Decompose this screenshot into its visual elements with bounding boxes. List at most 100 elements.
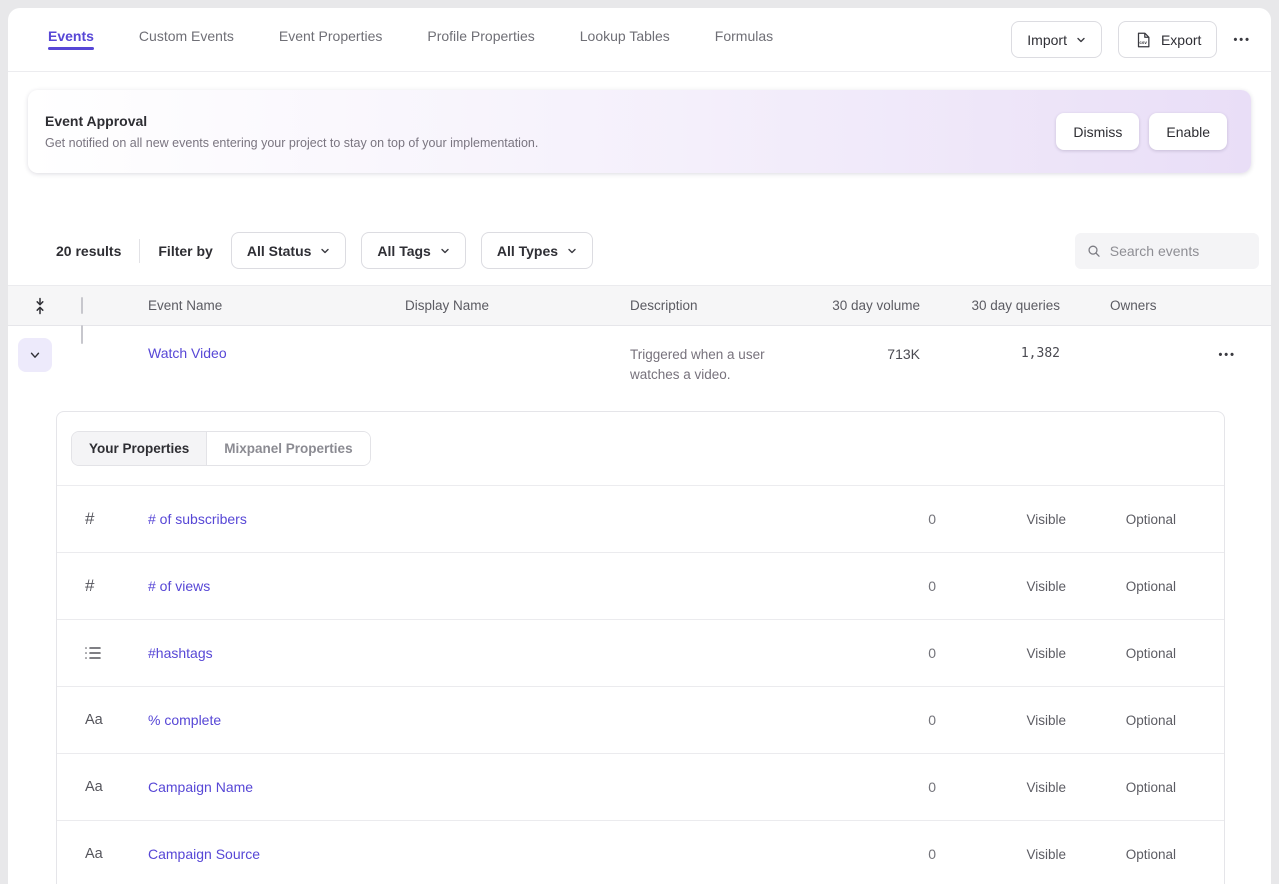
divider <box>139 239 140 263</box>
property-type-icon <box>85 646 148 660</box>
event-description: Triggered when a user watches a video. <box>630 326 810 385</box>
property-requirement[interactable]: Optional <box>1066 646 1176 661</box>
property-query-count: 0 <box>836 578 936 594</box>
banner-actions: Dismiss Enable <box>1056 113 1227 150</box>
column-queries[interactable]: 30 day queries <box>920 298 1060 313</box>
row-checkbox[interactable] <box>81 325 83 344</box>
search-box <box>1075 233 1259 269</box>
property-name-link[interactable]: Campaign Name <box>148 779 836 795</box>
tab-formulas[interactable]: Formulas <box>715 8 773 72</box>
property-rows: # of subscribers 0 Visible Optional # of… <box>57 486 1224 884</box>
property-query-count: 0 <box>836 846 936 862</box>
tags-filter-dropdown[interactable]: All Tags <box>361 232 465 269</box>
search-icon <box>1087 243 1101 259</box>
properties-segmented-control: Your Properties Mixpanel Properties <box>71 431 371 466</box>
select-all-checkbox[interactable] <box>81 297 83 314</box>
chevron-down-icon <box>28 348 42 362</box>
status-filter-dropdown[interactable]: All Status <box>231 232 347 269</box>
tab-mixpanel-properties[interactable]: Mixpanel Properties <box>206 432 369 465</box>
import-button-label: Import <box>1027 32 1067 48</box>
banner-text: Event Approval Get notified on all new e… <box>45 113 1056 150</box>
more-options-icon[interactable]: ••• <box>1233 34 1251 46</box>
property-query-count: 0 <box>836 645 936 661</box>
filter-bar: 20 results Filter by All Status All Tags… <box>56 232 1259 269</box>
types-filter-dropdown[interactable]: All Types <box>481 232 593 269</box>
tab-lookup-tables[interactable]: Lookup Tables <box>580 8 670 72</box>
event-approval-banner: Event Approval Get notified on all new e… <box>28 90 1251 173</box>
property-visibility[interactable]: Visible <box>936 713 1066 728</box>
property-row: Campaign Source 0 Visible Optional <box>57 821 1224 884</box>
property-row: #hashtags 0 Visible Optional <box>57 620 1224 687</box>
property-query-count: 0 <box>836 779 936 795</box>
property-visibility[interactable]: Visible <box>936 646 1066 661</box>
tab-events[interactable]: Events <box>48 8 94 72</box>
properties-tab-bar: Your Properties Mixpanel Properties <box>57 412 1224 486</box>
property-requirement[interactable]: Optional <box>1066 847 1176 862</box>
enable-button[interactable]: Enable <box>1149 113 1227 150</box>
property-requirement[interactable]: Optional <box>1066 780 1176 795</box>
property-row: Campaign Name 0 Visible Optional <box>57 754 1224 821</box>
export-button-label: Export <box>1161 32 1201 48</box>
svg-text:csv: csv <box>1139 40 1147 45</box>
properties-panel: Your Properties Mixpanel Properties # of… <box>56 411 1225 884</box>
dismiss-button[interactable]: Dismiss <box>1056 113 1139 150</box>
tab-profile-properties[interactable]: Profile Properties <box>427 8 534 72</box>
property-visibility[interactable]: Visible <box>936 847 1066 862</box>
chevron-down-icon <box>440 246 450 256</box>
property-type-icon <box>85 576 148 596</box>
status-filter-label: All Status <box>247 243 312 259</box>
tab-custom-events[interactable]: Custom Events <box>139 8 234 72</box>
property-requirement[interactable]: Optional <box>1066 579 1176 594</box>
column-volume[interactable]: 30 day volume <box>820 298 920 313</box>
property-query-count: 0 <box>836 712 936 728</box>
property-name-link[interactable]: Campaign Source <box>148 846 836 862</box>
row-more-options-icon[interactable]: ••• <box>1218 349 1236 361</box>
property-visibility[interactable]: Visible <box>936 512 1066 527</box>
property-query-count: 0 <box>836 511 936 527</box>
property-name-link[interactable]: % complete <box>148 712 836 728</box>
nav-tabs: Events Custom Events Event Properties Pr… <box>48 8 1011 71</box>
column-owners[interactable]: Owners <box>1060 298 1271 313</box>
property-visibility[interactable]: Visible <box>936 780 1066 795</box>
export-button[interactable]: csv Export <box>1118 21 1217 58</box>
column-description[interactable]: Description <box>630 298 820 313</box>
import-button[interactable]: Import <box>1011 21 1102 58</box>
chevron-down-icon <box>320 246 330 256</box>
tab-your-properties[interactable]: Your Properties <box>72 432 206 465</box>
tags-filter-label: All Tags <box>377 243 430 259</box>
results-count: 20 results <box>56 243 121 259</box>
property-visibility[interactable]: Visible <box>936 579 1066 594</box>
event-queries: 1,382 <box>920 326 1060 361</box>
types-filter-label: All Types <box>497 243 558 259</box>
column-display-name[interactable]: Display Name <box>405 298 630 313</box>
property-name-link[interactable]: # of subscribers <box>148 511 836 527</box>
property-row: % complete 0 Visible Optional <box>57 687 1224 754</box>
tab-event-properties[interactable]: Event Properties <box>279 8 383 72</box>
chevron-down-icon <box>567 246 577 256</box>
event-name-link[interactable]: Watch Video <box>148 326 405 361</box>
property-type-icon <box>85 712 148 728</box>
property-name-link[interactable]: # of views <box>148 578 836 594</box>
search-input[interactable] <box>1110 243 1247 259</box>
events-table-header: Event Name Display Name Description 30 d… <box>8 285 1271 326</box>
event-volume: 713K <box>820 326 920 362</box>
top-navigation: Events Custom Events Event Properties Pr… <box>8 8 1271 72</box>
property-type-icon <box>85 846 148 862</box>
property-requirement[interactable]: Optional <box>1066 512 1176 527</box>
property-name-link[interactable]: #hashtags <box>148 645 836 661</box>
property-type-icon <box>85 779 148 795</box>
csv-file-icon: csv <box>1134 31 1152 49</box>
banner-title: Event Approval <box>45 113 1056 129</box>
property-row: # of subscribers 0 Visible Optional <box>57 486 1224 553</box>
nav-actions: Import csv Export ••• <box>1011 8 1251 71</box>
collapse-row-button[interactable] <box>18 338 52 372</box>
property-type-icon <box>85 509 148 529</box>
event-row-watch-video: Watch Video Triggered when a user watche… <box>8 326 1271 411</box>
main-content-card: Events Custom Events Event Properties Pr… <box>8 8 1271 884</box>
column-event-name[interactable]: Event Name <box>148 298 405 313</box>
collapse-all-icon[interactable] <box>33 297 47 315</box>
property-requirement[interactable]: Optional <box>1066 713 1176 728</box>
banner-subtitle: Get notified on all new events entering … <box>45 136 1056 150</box>
list-icon <box>85 646 101 660</box>
property-row: # of views 0 Visible Optional <box>57 553 1224 620</box>
